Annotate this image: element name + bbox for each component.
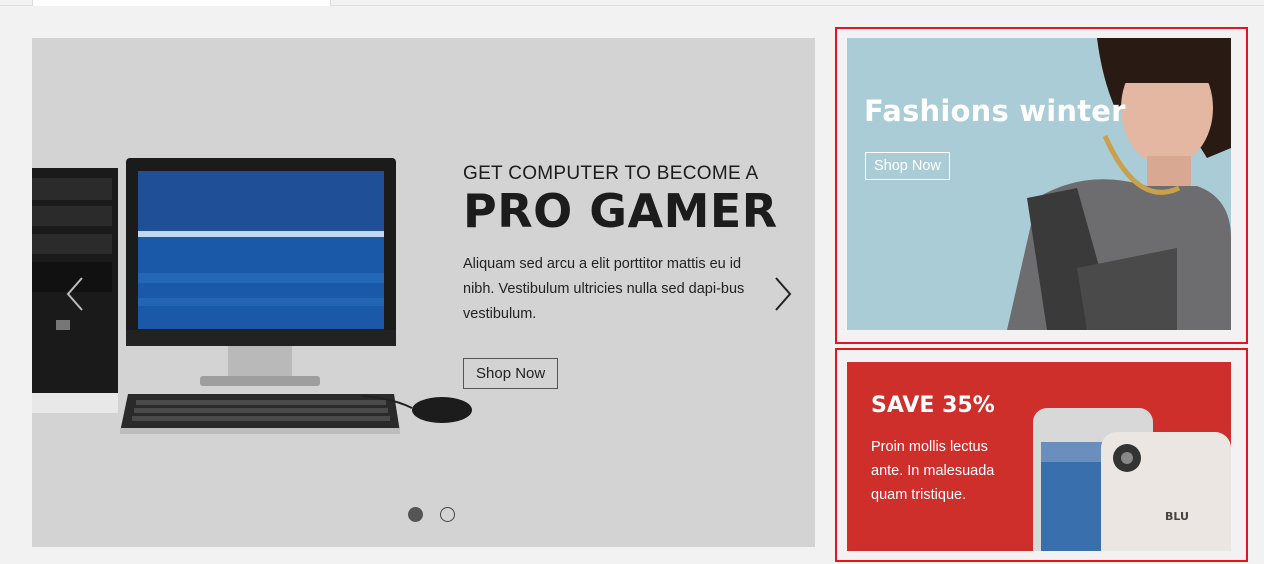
top-bar [0, 0, 1264, 6]
desktop-computer-image [32, 158, 472, 434]
top-bar-tab[interactable] [32, 0, 331, 6]
phone-banner-description: Proin mollis lectus ante. In malesuada q… [871, 439, 995, 503]
slider-dot-2[interactable] [440, 507, 455, 522]
slide-shop-now-button[interactable]: Shop Now [463, 358, 559, 389]
fashion-banner[interactable]: Fashions winter Shop Now [847, 38, 1231, 330]
fashion-banner-title: Fashions winter [864, 94, 1126, 128]
slide-caption: GET COMPUTER TO BECOME A PRO GAMER Aliqu… [463, 163, 783, 327]
fashion-model-image [1007, 38, 1231, 330]
phone-sale-banner[interactable]: BLU SAVE 35% Proin mollis lectus ante. I… [847, 362, 1231, 551]
phone-brand-logo: BLU [1165, 510, 1189, 523]
slider-dot-1[interactable] [408, 507, 423, 522]
chevron-left-icon[interactable] [62, 274, 88, 314]
slide-description: Aliquam sed arcu a elit porttitor mattis… [463, 256, 745, 322]
fashion-shop-now-button[interactable]: Shop Now [865, 152, 950, 180]
slide-title: PRO GAMER [463, 184, 778, 238]
hero-slider: GET COMPUTER TO BECOME A PRO GAMER Aliqu… [32, 38, 815, 547]
phone-banner-title: SAVE 35% [871, 393, 995, 418]
slide-kicker: GET COMPUTER TO BECOME A [463, 163, 759, 184]
chevron-right-icon[interactable] [770, 274, 796, 314]
